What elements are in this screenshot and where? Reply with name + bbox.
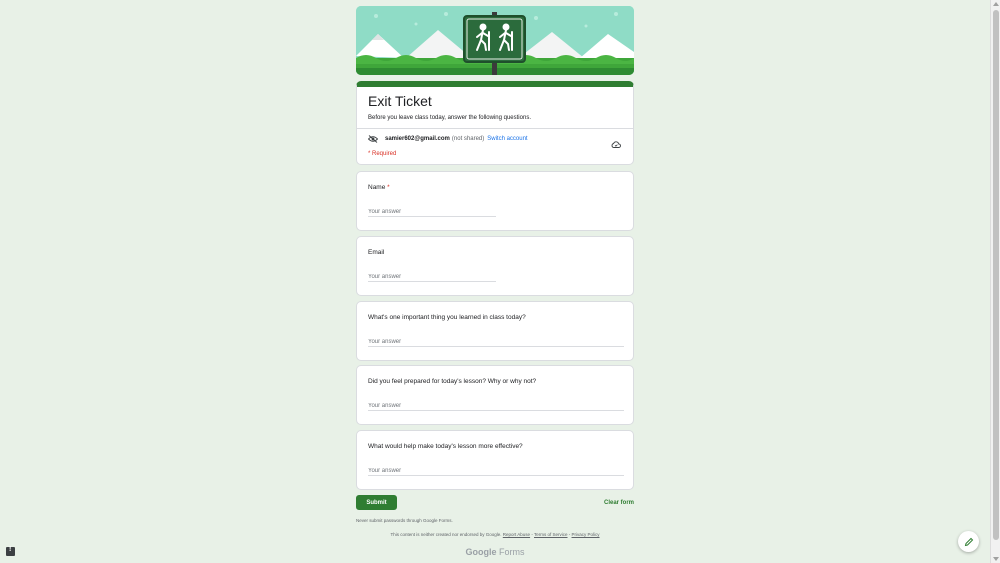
question-text: Did you feel prepared for today's lesson… xyxy=(368,378,537,385)
question-label: Email xyxy=(368,249,384,256)
switch-account-link[interactable]: Switch account xyxy=(487,136,527,142)
question-card-email: Email xyxy=(356,236,634,296)
footer-disclaimer: This content is neither created nor endo… xyxy=(390,532,502,537)
question-card-name: Name * xyxy=(356,171,634,231)
google-forms-logo: Google Forms xyxy=(356,547,634,557)
privacy-link[interactable]: Privacy Policy xyxy=(572,532,600,537)
required-note: * Required xyxy=(368,151,397,157)
question-card-effective: What would help make today's lesson more… xyxy=(356,430,634,490)
account-email: samier602@gmail.com xyxy=(385,136,450,142)
prepared-input[interactable] xyxy=(368,401,624,411)
cloud-icon xyxy=(611,135,621,153)
scroll-up-arrow[interactable] xyxy=(993,2,999,6)
form-header-card: Exit Ticket Before you leave class today… xyxy=(356,81,634,165)
footer-text: This content is neither created nor endo… xyxy=(356,532,634,537)
question-label: What's one important thing you learned i… xyxy=(368,314,526,321)
hiker-sign-icon xyxy=(356,6,634,75)
question-text: Email xyxy=(368,249,385,256)
question-card-prepared: Did you feel prepared for today's lesson… xyxy=(356,365,634,425)
submit-button[interactable]: Submit xyxy=(356,495,397,510)
brand-forms: Forms xyxy=(499,547,525,557)
not-shared-note: (not shared) xyxy=(451,136,485,142)
question-label: Name * xyxy=(368,184,390,191)
terms-link[interactable]: Terms of Service xyxy=(534,532,568,537)
learned-input[interactable] xyxy=(368,337,624,347)
report-icon[interactable] xyxy=(6,546,15,556)
account-row: samier602@gmail.com (not shared) Switch … xyxy=(368,135,528,143)
question-text: What's one important thing you learned i… xyxy=(368,314,526,321)
question-text: Name xyxy=(368,184,386,191)
pencil-icon xyxy=(964,537,973,546)
scroll-down-arrow[interactable] xyxy=(993,557,999,561)
password-warning: Never submit passwords through Google Fo… xyxy=(356,518,453,523)
email-input[interactable] xyxy=(368,272,496,282)
header-banner xyxy=(356,6,634,75)
effective-input[interactable] xyxy=(368,466,624,476)
form-description: Before you leave class today, answer the… xyxy=(368,115,531,121)
required-star: * xyxy=(387,184,390,191)
divider xyxy=(357,128,633,129)
brand-google: Google xyxy=(465,547,497,557)
form-title: Exit Ticket xyxy=(368,93,432,109)
eye-off-icon xyxy=(368,135,378,143)
question-card-learned: What's one important thing you learned i… xyxy=(356,301,634,361)
clear-form-button[interactable]: Clear form xyxy=(594,497,634,508)
edit-button[interactable] xyxy=(958,531,979,552)
question-label: Did you feel prepared for today's lesson… xyxy=(368,378,536,385)
question-text: What would help make today's lesson more… xyxy=(368,443,523,450)
name-input[interactable] xyxy=(368,207,496,217)
scrollbar-thumb[interactable] xyxy=(993,10,999,540)
question-label: What would help make today's lesson more… xyxy=(368,443,523,450)
report-abuse-link[interactable]: Report Abuse xyxy=(503,532,530,537)
scrollbar[interactable] xyxy=(990,0,1000,563)
